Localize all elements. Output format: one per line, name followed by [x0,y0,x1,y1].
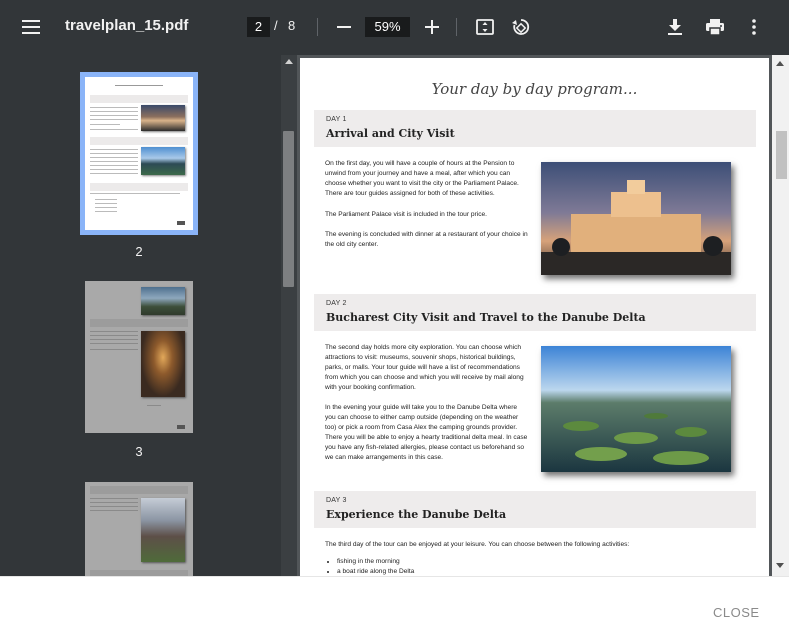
zoom-out-button[interactable] [333,16,355,38]
day-heading: Arrival and City Visit [326,127,455,140]
dialog-footer: CLOSE [0,576,789,635]
day-heading: Experience the Danube Delta [326,508,507,521]
day-2-paragraph: The second day holds more city explorati… [325,344,524,391]
thumbnail-page-number: 3 [135,444,143,459]
activity-list: fishing in the morning a boat ride along… [337,557,414,576]
scroll-up-arrow-icon[interactable] [776,61,784,66]
day-heading: Bucharest City Visit and Travel to the D… [326,311,646,324]
day-3-header: DAY 3 Experience the Danube Delta [314,491,756,528]
day-3-paragraph: The third day of the tour can be enjoyed… [325,541,630,548]
download-button[interactable] [664,16,686,38]
document-scrollbar-thumb[interactable] [776,131,787,179]
sidebar-scrollbar-thumb[interactable] [283,131,294,287]
more-vertical-icon[interactable] [744,16,764,38]
day-2-header: DAY 2 Bucharest City Visit and Travel to… [314,294,756,331]
close-button[interactable]: CLOSE [713,605,760,620]
printer-icon [706,19,724,35]
day-label: DAY 1 [326,116,347,123]
print-button[interactable] [703,16,727,38]
pdf-toolbar: travelplan_15.pdf 2 / 8 59% [0,0,789,55]
download-icon [668,19,682,35]
rotate-button[interactable] [509,15,533,39]
thumbnail-page-4[interactable] [85,482,193,576]
zoom-in-button[interactable] [421,16,443,38]
day-2-paragraph: In the evening your guide will take you … [325,404,528,461]
program-title: Your day by day program... [431,80,638,98]
day-1-paragraph: The Parliament Palace visit is included … [325,211,487,218]
day-1-paragraph: On the first day, you will have a couple… [325,160,519,197]
day-label: DAY 3 [326,497,347,504]
toolbar-divider [317,18,318,36]
thumbnail-page-2[interactable] [80,72,198,235]
parliament-palace-photo [541,162,731,275]
toolbar-divider [456,18,457,36]
fit-to-page-button[interactable] [474,16,496,38]
current-page-input[interactable]: 2 [247,17,270,37]
pdf-page: Your day by day program... DAY 1 Arrival… [300,58,769,576]
zoom-level-input[interactable]: 59% [365,17,410,37]
document-scrollbar[interactable] [772,55,789,576]
scroll-up-arrow-icon[interactable] [285,59,293,64]
sidebar-scrollbar[interactable] [281,55,297,576]
day-1-header: DAY 1 Arrival and City Visit [314,110,756,147]
fit-to-page-icon [476,19,494,35]
list-item: a boat ride along the Delta [337,567,414,576]
list-item: fishing in the morning [337,557,414,567]
document-viewer[interactable]: Your day by day program... DAY 1 Arrival… [297,55,789,576]
page-separator: / [274,18,278,33]
thumbnail-page-3[interactable] [85,281,193,433]
plus-icon [425,20,439,34]
thumbnail-page-number: 2 [135,244,143,259]
thumbnail-sidebar: 2 3 [0,55,297,576]
rotate-icon [512,19,530,35]
document-title: travelplan_15.pdf [65,17,189,34]
day-label: DAY 2 [326,300,347,307]
day-1-paragraph: The evening is concluded with dinner at … [325,231,528,248]
hamburger-menu-icon[interactable] [16,14,46,40]
scroll-down-arrow-icon[interactable] [776,563,784,568]
minus-icon [337,26,351,28]
danube-delta-photo [541,346,731,472]
total-pages: 8 [288,18,296,33]
